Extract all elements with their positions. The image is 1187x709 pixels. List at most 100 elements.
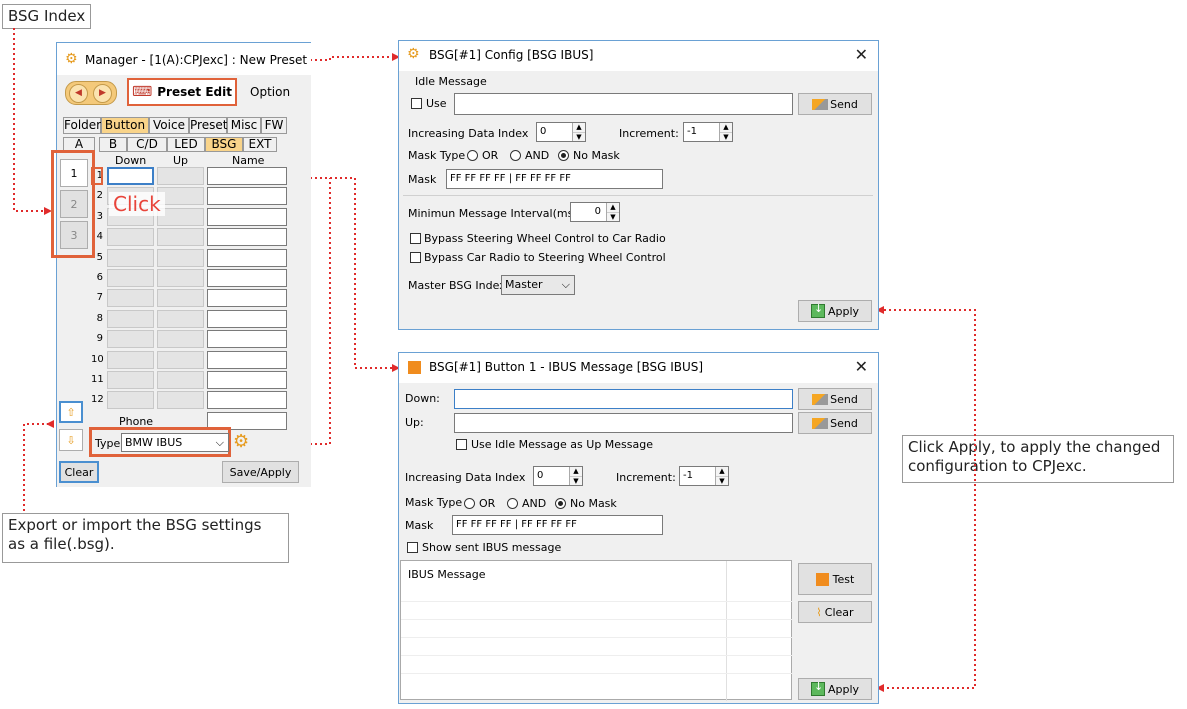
row-down-cell[interactable]	[107, 391, 154, 410]
inc-index-spinner[interactable]: ▲ ▼	[572, 123, 585, 141]
row-name-input[interactable]	[207, 248, 287, 267]
up-message-input[interactable]	[454, 413, 793, 433]
row-name-input[interactable]	[207, 167, 287, 185]
row-up-cell[interactable]	[157, 330, 204, 349]
row-name-input[interactable]	[207, 187, 287, 206]
inc-index-input[interactable]: 0 ▲ ▼	[533, 466, 583, 486]
increment-value: -1	[683, 470, 693, 481]
test-button[interactable]: Test	[798, 563, 872, 595]
show-sent-checkbox[interactable]	[407, 542, 418, 553]
next-arrow-icon[interactable]: ▶	[93, 84, 112, 103]
row-down-cell[interactable]	[107, 167, 154, 185]
export-icon[interactable]: ⇧	[59, 401, 83, 423]
mask-and-radio[interactable]	[510, 150, 521, 161]
row-up-cell[interactable]	[157, 248, 204, 267]
button-apply-button[interactable]: Apply	[798, 678, 872, 700]
use-idle-checkbox[interactable]	[456, 439, 467, 450]
ibus-message-list[interactable]: IBUS Message	[400, 560, 793, 701]
subtab-led[interactable]: LED	[167, 137, 205, 152]
clear-button[interactable]: Clear	[59, 461, 99, 483]
master-select[interactable]: Master ⌵	[501, 275, 575, 295]
row-up-cell[interactable]	[157, 350, 204, 369]
up-send-button[interactable]: Send	[798, 412, 872, 434]
save-apply-button[interactable]: Save/Apply	[222, 461, 299, 483]
row-name-input[interactable]	[207, 391, 287, 410]
divider	[403, 195, 873, 196]
mask-and-radio[interactable]	[507, 498, 518, 509]
show-sent-label: Show sent IBUS message	[422, 541, 562, 554]
row-down-cell[interactable]	[107, 309, 154, 328]
row-down-cell[interactable]	[107, 330, 154, 349]
tab-button[interactable]: Button	[101, 117, 149, 134]
close-icon[interactable]: ✕	[855, 45, 868, 64]
row-down-cell[interactable]	[107, 269, 154, 287]
down-message-input[interactable]	[454, 389, 793, 409]
subtab-cd[interactable]: C/D	[127, 137, 167, 152]
mask-or-radio[interactable]	[467, 150, 478, 161]
row-up-cell[interactable]	[157, 391, 204, 410]
row-up-cell[interactable]	[157, 167, 204, 185]
row-number: 3	[96, 210, 103, 222]
import-icon[interactable]: ⇩	[59, 429, 83, 451]
inc-index-value: 0	[540, 126, 547, 137]
prev-arrow-icon[interactable]: ◀	[69, 84, 88, 103]
row-down-cell[interactable]	[107, 228, 154, 247]
row-name-input[interactable]	[207, 207, 287, 226]
subtab-ext[interactable]: EXT	[243, 137, 277, 152]
bsg-index-1-button[interactable]: 1	[60, 159, 88, 187]
inc-index-spinner[interactable]: ▲ ▼	[569, 467, 582, 485]
row-down-cell[interactable]	[107, 371, 154, 389]
use-checkbox[interactable]	[411, 98, 422, 109]
row-name-input[interactable]	[207, 330, 287, 349]
row-down-cell[interactable]	[107, 248, 154, 267]
mask-none-radio[interactable]	[558, 150, 569, 161]
increment-input[interactable]: -1 ▲ ▼	[679, 466, 729, 486]
bypass2-checkbox[interactable]	[410, 252, 421, 263]
mask-input[interactable]: FF FF FF FF | FF FF FF FF	[452, 515, 663, 535]
idle-message-input[interactable]	[454, 93, 793, 115]
row-down-cell[interactable]	[107, 289, 154, 308]
close-icon[interactable]: ✕	[855, 357, 868, 376]
tab-preset[interactable]: Preset	[189, 117, 227, 134]
row-down-cell[interactable]	[107, 350, 154, 369]
row-name-input[interactable]	[207, 350, 287, 369]
mask-none-radio[interactable]	[555, 498, 566, 509]
type-select[interactable]: BMW IBUS ⌵	[121, 433, 229, 452]
row-name-input[interactable]	[207, 269, 287, 287]
list-clear-button[interactable]: ⌇ Clear	[798, 601, 872, 623]
idle-send-button[interactable]: Send	[798, 93, 872, 115]
row-up-cell[interactable]	[157, 289, 204, 308]
subtab-bsg[interactable]: BSG	[205, 137, 243, 152]
preset-edit-button[interactable]: ⌨ Preset Edit	[127, 78, 237, 106]
tab-folder[interactable]: Folder	[63, 117, 101, 134]
row-name-input[interactable]	[207, 228, 287, 247]
row-up-cell[interactable]	[157, 309, 204, 328]
mask-input[interactable]: FF FF FF FF | FF FF FF FF	[446, 169, 663, 189]
config-apply-button[interactable]: Apply	[798, 300, 872, 322]
option-menu[interactable]: Option	[250, 85, 290, 99]
mask-or-radio[interactable]	[464, 498, 475, 509]
tab-misc[interactable]: Misc	[227, 117, 261, 134]
bsg-config-gear-icon[interactable]: ⚙	[233, 431, 249, 452]
min-interval-input[interactable]: 0 ▲ ▼	[570, 202, 620, 222]
row-name-input[interactable]	[207, 309, 287, 328]
subtab-b[interactable]: B	[99, 137, 127, 152]
config-title: BSG[#1] Config [BSG IBUS]	[429, 48, 594, 62]
row-name-input[interactable]	[207, 371, 287, 389]
increment-input[interactable]: -1 ▲ ▼	[683, 122, 733, 142]
down-send-button[interactable]: Send	[798, 388, 872, 410]
min-interval-spinner[interactable]: ▲ ▼	[606, 203, 619, 221]
increment-spinner[interactable]: ▲ ▼	[715, 467, 728, 485]
tab-fw[interactable]: FW	[261, 117, 287, 134]
row-up-cell[interactable]	[157, 228, 204, 247]
row-up-cell[interactable]	[157, 371, 204, 389]
bypass1-checkbox[interactable]	[410, 233, 421, 244]
bsg-index-2-button[interactable]: 2	[60, 190, 88, 218]
inc-index-input[interactable]: 0 ▲ ▼	[536, 122, 586, 142]
row-number: 9	[96, 333, 103, 345]
bsg-index-3-button[interactable]: 3	[60, 221, 88, 249]
increment-spinner[interactable]: ▲ ▼	[719, 123, 732, 141]
tab-voice[interactable]: Voice	[149, 117, 189, 134]
row-up-cell[interactable]	[157, 269, 204, 287]
row-name-input[interactable]	[207, 289, 287, 308]
